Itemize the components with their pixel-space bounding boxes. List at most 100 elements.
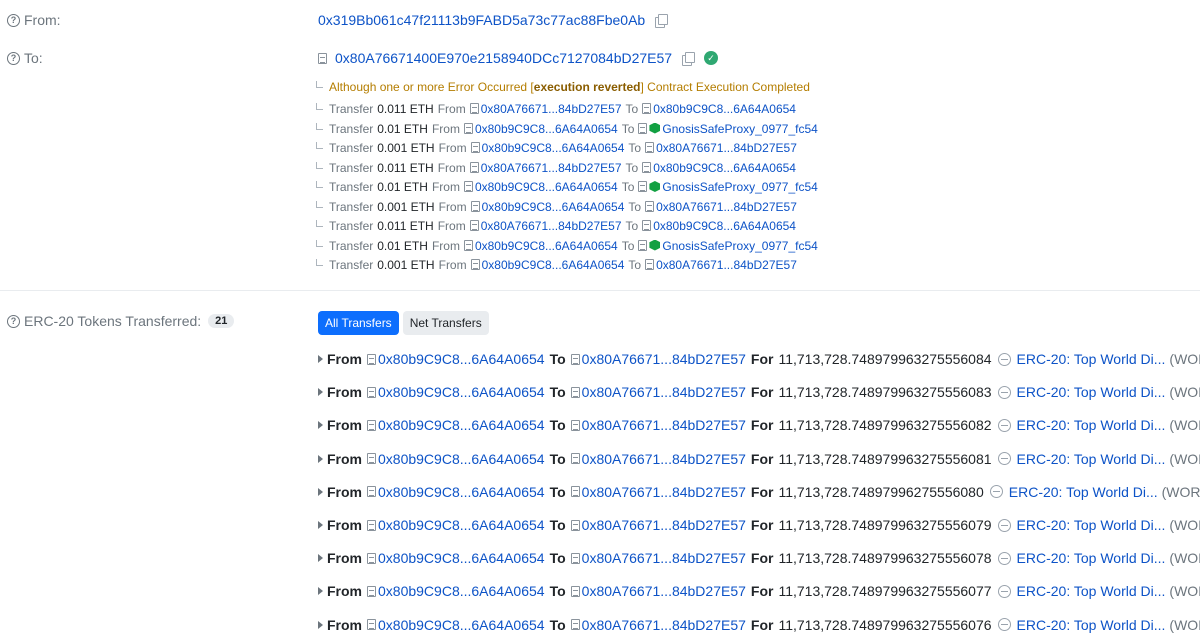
contract-icon bbox=[645, 142, 655, 153]
to-word: To bbox=[549, 417, 566, 434]
for-word: For bbox=[750, 483, 774, 500]
warning-error: execution reverted bbox=[533, 80, 641, 94]
contract-icon bbox=[570, 519, 580, 531]
erc-to-link[interactable]: 0x80A76671...84bD27E57 bbox=[582, 583, 746, 599]
token-link[interactable]: ERC-20: Top World Di... bbox=[1017, 517, 1166, 533]
from-word: From bbox=[431, 121, 460, 136]
from-address-link[interactable]: 0x319Bb061c47f21113b9FABD5a73c77ac88Fbe0… bbox=[318, 12, 645, 28]
from-label: From: bbox=[24, 12, 61, 28]
token-link[interactable]: ERC-20: Top World Di... bbox=[1017, 351, 1166, 367]
contract-icon bbox=[367, 453, 376, 465]
token-link[interactable]: ERC-20: Top World Di... bbox=[1017, 417, 1166, 433]
transfer-from-link[interactable]: 0x80b9C9C8...6A64A0654 bbox=[475, 180, 618, 194]
expand-caret-icon[interactable] bbox=[318, 355, 323, 363]
erc-to-link[interactable]: 0x80A76671...84bD27E57 bbox=[582, 417, 746, 433]
erc-from-link[interactable]: 0x80b9C9C8...6A64A0654 bbox=[378, 384, 545, 400]
to-word: To bbox=[628, 141, 642, 155]
erc-to-link[interactable]: 0x80A76671...84bD27E57 bbox=[582, 451, 746, 467]
erc20-transfer-row: From 0x80b9C9C8...6A64A0654 To 0x80A76671..… bbox=[318, 517, 1200, 533]
token-link[interactable]: ERC-20: Top World Di... bbox=[1017, 550, 1166, 566]
erc-from-link[interactable]: 0x80b9C9C8...6A64A0654 bbox=[378, 583, 545, 599]
internal-transfer-row: Transfer 0.01 ETH From 0x80b9C9C8...6A64A06… bbox=[316, 239, 822, 253]
internal-transfer-row: Transfer 0.011 ETH From 0x80A76671...84bD27… bbox=[316, 102, 800, 116]
question-circle-icon[interactable]: ? bbox=[7, 314, 20, 328]
erc-from-link[interactable]: 0x80b9C9C8...6A64A0654 bbox=[378, 550, 545, 566]
expand-caret-icon[interactable] bbox=[318, 521, 323, 529]
transfer-to-link[interactable]: GnosisSafeProxy_0977_fc54 bbox=[662, 239, 817, 253]
question-circle-icon[interactable]: ? bbox=[7, 13, 20, 27]
expand-caret-icon[interactable] bbox=[318, 620, 323, 629]
for-word: For bbox=[750, 351, 774, 367]
token-amount: 11,713,728.748979963275556083 bbox=[778, 384, 992, 401]
transfer-from-link[interactable]: 0x80A76671...84bD27E57 bbox=[481, 102, 622, 116]
erc-to-link[interactable]: 0x80A76671...84bD27E57 bbox=[582, 384, 746, 400]
token-amount: 11,713,728.748979963275556081 bbox=[778, 450, 992, 467]
expand-caret-icon[interactable] bbox=[318, 388, 323, 397]
to-address-link[interactable]: 0x80A76671400E970e2158940DCc7127084bD27E… bbox=[335, 50, 672, 66]
token-link[interactable]: ERC-20: Top World Di... bbox=[1017, 617, 1166, 633]
transfer-to-link[interactable]: 0x80A76671...84bD27E57 bbox=[656, 141, 797, 155]
transfer-from-link[interactable]: 0x80b9C9C8...6A64A0654 bbox=[482, 258, 625, 272]
transfer-to-link[interactable]: GnosisSafeProxy_0977_fc54 bbox=[662, 180, 817, 194]
expand-caret-icon[interactable] bbox=[318, 454, 323, 463]
token-amount: 11,713,728.748979963275556079 bbox=[778, 517, 992, 533]
expand-caret-icon[interactable] bbox=[318, 487, 323, 496]
expand-caret-icon[interactable] bbox=[318, 587, 323, 596]
expand-caret-icon[interactable] bbox=[318, 554, 323, 563]
transfer-from-link[interactable]: 0x80b9C9C8...6A64A0654 bbox=[482, 141, 625, 155]
to-word: To bbox=[549, 517, 566, 533]
copy-icon[interactable] bbox=[655, 13, 669, 28]
tab-all-transfers[interactable]: All Transfers bbox=[318, 311, 399, 335]
from-word: From bbox=[431, 238, 460, 253]
token-link[interactable]: ERC-20: Top World Di... bbox=[1017, 451, 1166, 467]
erc-to-link[interactable]: 0x80A76671...84bD27E57 bbox=[582, 351, 746, 367]
copy-icon[interactable] bbox=[682, 51, 696, 66]
erc-from-link[interactable]: 0x80b9C9C8...6A64A0654 bbox=[378, 451, 545, 467]
internal-transfer-row: Transfer 0.001 ETH From 0x80b9C9C8...6A64A0… bbox=[316, 258, 801, 272]
token-icon bbox=[997, 618, 1011, 632]
transfer-from-link[interactable]: 0x80b9C9C8...6A64A0654 bbox=[482, 200, 625, 214]
transfer-from-link[interactable]: 0x80A76671...84bD27E57 bbox=[481, 219, 622, 233]
contract-icon bbox=[367, 619, 376, 631]
token-symbol: (WORLD) bbox=[1169, 417, 1200, 434]
warning-prefix: Although one or more Error Occurred [ bbox=[329, 80, 534, 94]
token-link[interactable]: ERC-20: Top World Di... bbox=[1017, 384, 1166, 400]
transfer-word: Transfer bbox=[329, 102, 374, 116]
transfer-to-link[interactable]: 0x80b9C9C8...6A64A0654 bbox=[653, 102, 796, 116]
erc-from-link[interactable]: 0x80b9C9C8...6A64A0654 bbox=[378, 517, 545, 533]
expand-caret-icon[interactable] bbox=[318, 421, 323, 430]
for-word: For bbox=[750, 450, 774, 467]
transfer-to-link[interactable]: GnosisSafeProxy_0977_fc54 bbox=[662, 122, 817, 136]
tree-elbow bbox=[316, 239, 323, 247]
token-amount: 11,713,728.748979963275556076 bbox=[778, 616, 992, 633]
erc-to-link[interactable]: 0x80A76671...84bD27E57 bbox=[582, 617, 746, 633]
erc-from-link[interactable]: 0x80b9C9C8...6A64A0654 bbox=[378, 617, 545, 633]
transfer-to-link[interactable]: 0x80b9C9C8...6A64A0654 bbox=[653, 161, 796, 175]
token-icon bbox=[997, 352, 1011, 366]
transfer-from-link[interactable]: 0x80A76671...84bD27E57 bbox=[481, 161, 622, 175]
erc-from-link[interactable]: 0x80b9C9C8...6A64A0654 bbox=[378, 484, 545, 500]
token-link[interactable]: ERC-20: Top World Di... bbox=[1009, 484, 1158, 500]
for-word: For bbox=[750, 550, 774, 567]
tab-net-transfers[interactable]: Net Transfers bbox=[402, 311, 489, 335]
erc-from-link[interactable]: 0x80b9C9C8...6A64A0654 bbox=[378, 351, 545, 367]
transfer-to-link[interactable]: 0x80A76671...84bD27E57 bbox=[656, 200, 797, 214]
erc-to-link[interactable]: 0x80A76671...84bD27E57 bbox=[582, 550, 746, 566]
transfer-to-link[interactable]: 0x80A76671...84bD27E57 bbox=[656, 258, 797, 272]
token-link[interactable]: ERC-20: Top World Di... bbox=[1017, 583, 1166, 599]
transfer-from-link[interactable]: 0x80b9C9C8...6A64A0654 bbox=[475, 122, 618, 136]
transfer-to-link[interactable]: 0x80b9C9C8...6A64A0654 bbox=[653, 219, 796, 233]
token-icon bbox=[997, 551, 1011, 565]
tree-elbow bbox=[316, 220, 323, 227]
transfer-from-link[interactable]: 0x80b9C9C8...6A64A0654 bbox=[475, 239, 618, 253]
contract-icon bbox=[470, 259, 480, 270]
erc-to-link[interactable]: 0x80A76671...84bD27E57 bbox=[582, 517, 746, 533]
for-word: For bbox=[750, 517, 774, 533]
question-circle-icon[interactable]: ? bbox=[7, 51, 20, 65]
erc-to-link[interactable]: 0x80A76671...84bD27E57 bbox=[582, 484, 746, 500]
for-word: For bbox=[750, 417, 774, 434]
erc-from-link[interactable]: 0x80b9C9C8...6A64A0654 bbox=[378, 417, 545, 433]
contract-icon bbox=[367, 585, 376, 597]
contract-icon bbox=[463, 122, 473, 134]
internal-transfer-row: Transfer 0.001 ETH From 0x80b9C9C8...6A64A0… bbox=[316, 141, 801, 155]
